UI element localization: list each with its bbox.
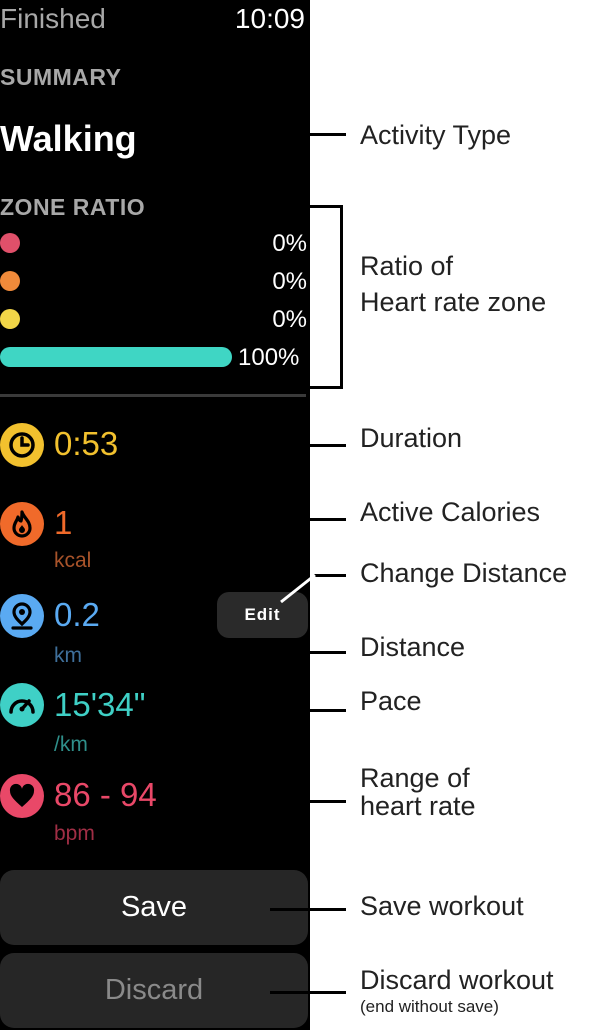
clock-time: 10:09 bbox=[234, 3, 305, 34]
annotation-line-active-calories bbox=[270, 518, 346, 521]
annotation-change-distance: Change Distance bbox=[360, 558, 568, 588]
heart-rate-value: 86 - 94 bbox=[54, 776, 157, 813]
calories-unit: kcal bbox=[54, 549, 92, 572]
distance-value: 0.2 bbox=[54, 596, 100, 633]
flame-icon bbox=[0, 502, 44, 546]
zone-3-percent: 0% bbox=[272, 306, 307, 333]
zone-1-percent: 0% bbox=[272, 230, 307, 257]
annotation-line-activity-type bbox=[270, 133, 346, 136]
summary-heading: SUMMARY bbox=[0, 64, 122, 90]
annotation-discard-note: (end without save) bbox=[360, 997, 499, 1016]
zone-4-bar bbox=[0, 347, 232, 367]
location-pin-icon bbox=[0, 594, 44, 638]
section-divider bbox=[0, 394, 306, 397]
zone-3-dot bbox=[0, 309, 20, 329]
distance-unit: km bbox=[54, 644, 82, 667]
calories-value: 1 bbox=[54, 504, 73, 541]
zone-2-percent: 0% bbox=[272, 268, 307, 295]
watch-screen: Finished 10:09 SUMMARY Walking ZONE RATI… bbox=[0, 0, 310, 1030]
zone-ratio-bracket bbox=[310, 205, 343, 389]
annotation-line-heart-rate bbox=[270, 800, 346, 803]
annotation-line-pace bbox=[270, 709, 346, 712]
annotation-line-distance bbox=[270, 651, 346, 654]
annotation-zone-ratio-line2: Heart rate zone bbox=[360, 287, 547, 317]
annotation-line-discard bbox=[270, 991, 346, 994]
annotation-line-save bbox=[270, 908, 346, 911]
pace-unit: /km bbox=[54, 733, 88, 756]
annotation-activity-type: Activity Type bbox=[360, 120, 512, 150]
annotation-line-duration bbox=[270, 444, 346, 447]
annotation-distance: Distance bbox=[360, 632, 466, 662]
zone-2-dot bbox=[0, 271, 20, 291]
annotation-active-calories: Active Calories bbox=[360, 497, 541, 527]
zone-ratio-heading: ZONE RATIO bbox=[0, 194, 146, 220]
speedometer-icon bbox=[0, 683, 44, 727]
activity-type: Walking bbox=[0, 118, 137, 159]
annotation-pointer-change-distance bbox=[280, 573, 316, 604]
save-button[interactable]: Save bbox=[0, 870, 308, 945]
annotation-pace: Pace bbox=[360, 686, 422, 716]
discard-button[interactable]: Discard bbox=[0, 953, 308, 1028]
clock-icon bbox=[0, 423, 44, 467]
pace-value: 15'34" bbox=[54, 686, 146, 723]
heart-icon bbox=[0, 774, 44, 818]
zone-1-dot bbox=[0, 233, 20, 253]
heart-rate-unit: bpm bbox=[54, 822, 95, 845]
annotation-heart-rate-line2: heart rate bbox=[360, 791, 476, 821]
annotation-discard-workout: Discard workout bbox=[360, 965, 554, 995]
zone-4-percent: 100% bbox=[238, 344, 300, 371]
annotation-heart-rate-line1: Range of bbox=[360, 763, 470, 793]
annotation-line-change-distance bbox=[314, 574, 346, 577]
duration-value: 0:53 bbox=[54, 425, 119, 462]
annotation-save-workout: Save workout bbox=[360, 891, 524, 921]
status-title: Finished bbox=[0, 3, 106, 34]
annotation-zone-ratio-line1: Ratio of bbox=[360, 251, 454, 281]
annotation-duration: Duration bbox=[360, 423, 463, 453]
